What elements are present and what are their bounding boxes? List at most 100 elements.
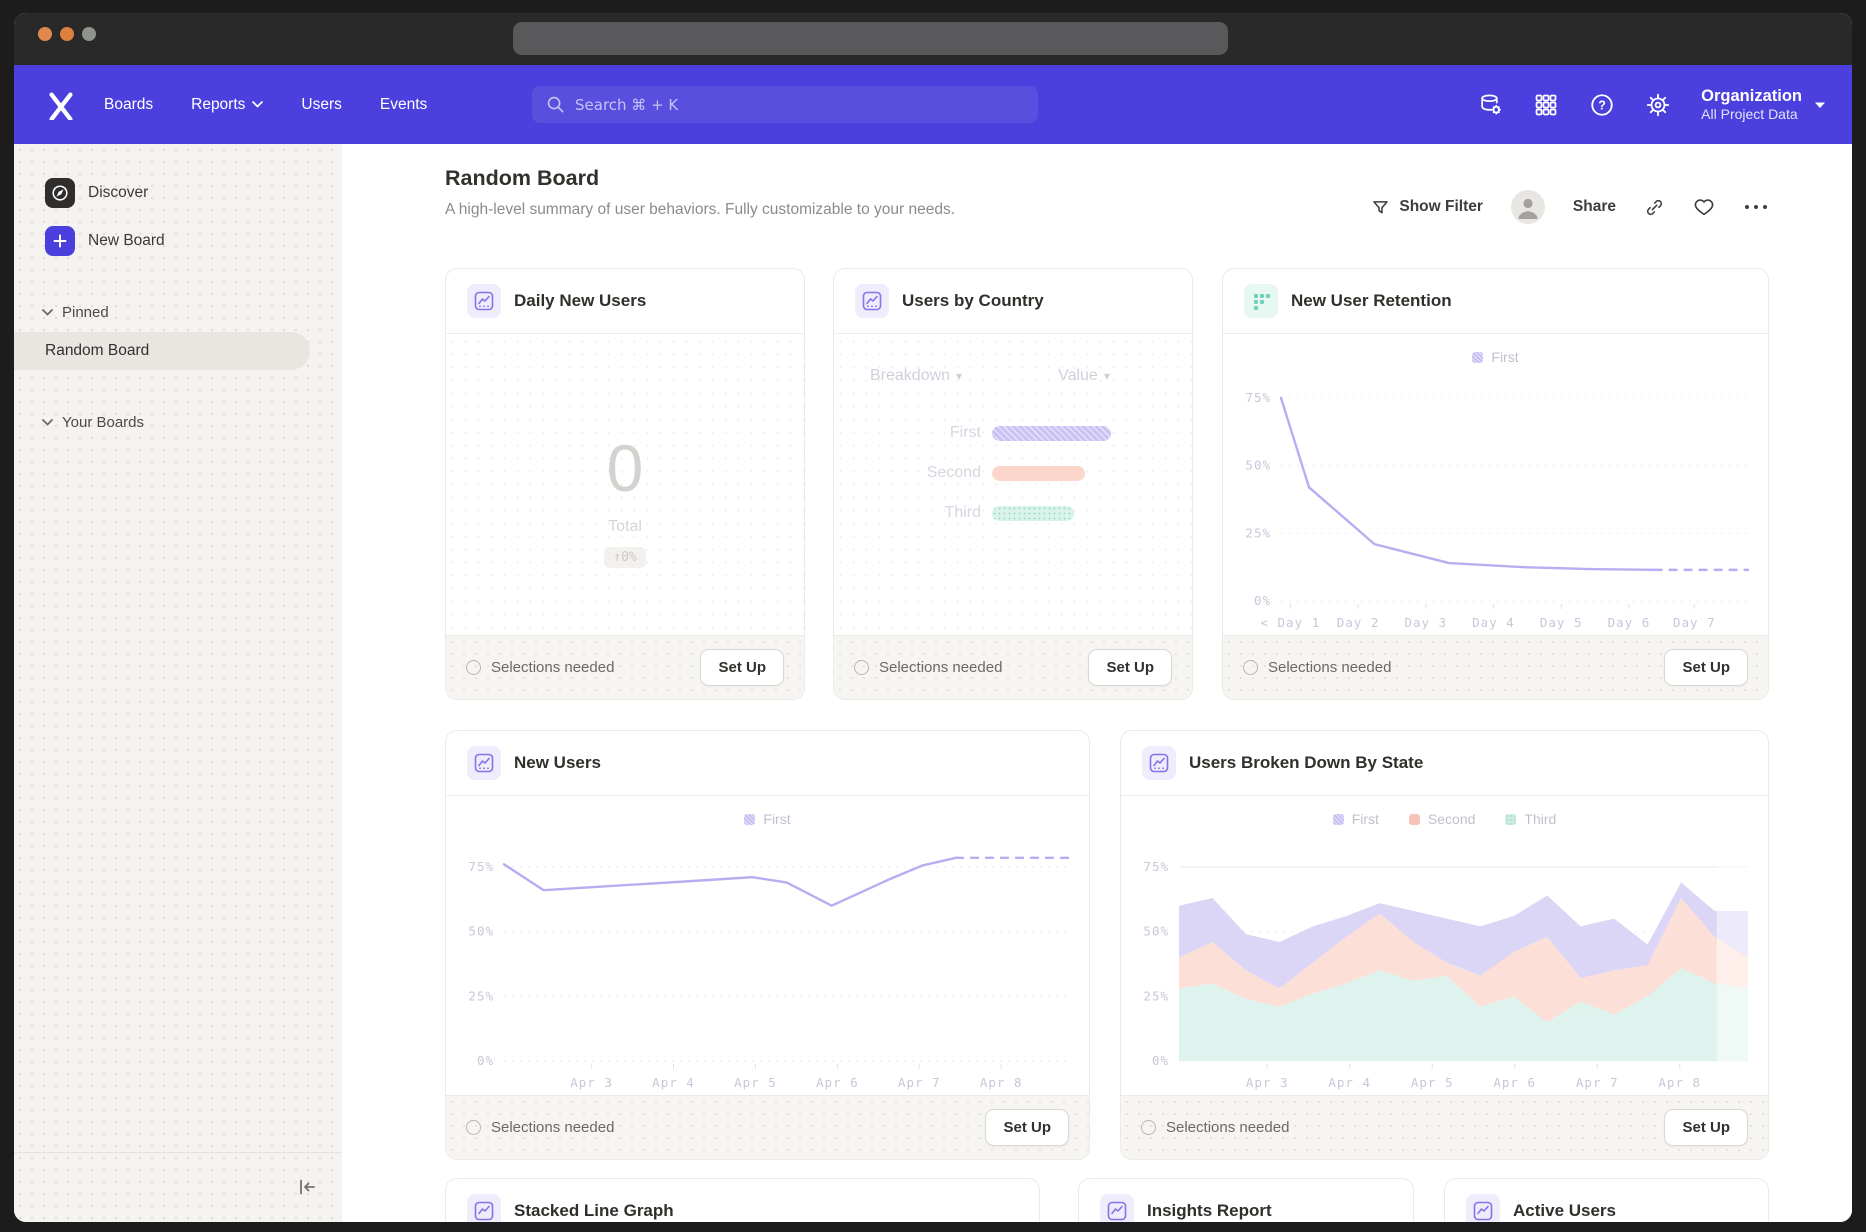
sidebar-section-your-boards[interactable]: Your Boards — [42, 414, 144, 431]
copy-link-button[interactable] — [1644, 197, 1665, 218]
breakdown-dropdown[interactable]: Breakdown▾ — [870, 367, 962, 385]
board-controls: Show Filter Share — [1371, 188, 1769, 226]
window-close-button[interactable] — [38, 27, 52, 41]
card-title: Insights Report — [1147, 1201, 1272, 1221]
status-circle-icon — [854, 660, 869, 675]
mixpanel-logo-icon[interactable] — [44, 88, 78, 122]
share-button[interactable]: Share — [1573, 198, 1616, 216]
line-chart-icon — [1100, 1194, 1134, 1222]
svg-text:Apr 8: Apr 8 — [980, 1075, 1023, 1090]
data-management-icon[interactable] — [1477, 92, 1503, 118]
card-footer: Selections needed Set Up — [1223, 635, 1768, 699]
line-chart-icon — [1142, 746, 1176, 780]
sidebar-item-new-board[interactable]: New Board — [45, 226, 165, 256]
selections-needed-status: Selections needed — [1243, 659, 1391, 676]
line-chart-icon — [467, 746, 501, 780]
card-insights-report[interactable]: Insights Report — [1078, 1178, 1414, 1222]
org-switcher[interactable]: Organization All Project Data — [1701, 86, 1826, 123]
legend-swatch — [1409, 814, 1420, 825]
collapse-sidebar-button[interactable] — [294, 1174, 320, 1200]
chevron-down-icon — [1814, 101, 1826, 109]
bar-third — [992, 506, 1074, 521]
svg-text:Apr 7: Apr 7 — [1576, 1075, 1619, 1090]
sidebar-item-discover[interactable]: Discover — [45, 178, 148, 208]
metric-body: 0 Total ↑0% — [446, 335, 804, 635]
set-up-button[interactable]: Set Up — [1088, 649, 1172, 686]
nav-item-boards[interactable]: Boards — [104, 96, 153, 114]
metric-delta-badge: ↑0% — [604, 547, 645, 568]
value-dropdown[interactable]: Value▾ — [1058, 367, 1110, 385]
svg-text:Apr 7: Apr 7 — [898, 1075, 941, 1090]
set-up-button[interactable]: Set Up — [700, 649, 784, 686]
card-title: New Users — [514, 753, 601, 773]
bar-row: Third — [834, 493, 1192, 533]
set-up-button[interactable]: Set Up — [1664, 649, 1748, 686]
retention-grid-icon — [1244, 284, 1278, 318]
chart-legend: First Second Third — [1121, 797, 1768, 831]
legend-swatch — [744, 814, 755, 825]
chart-legend: First — [1223, 335, 1768, 369]
set-up-button[interactable]: Set Up — [985, 1109, 1069, 1146]
org-project: All Project Data — [1701, 106, 1802, 123]
help-icon[interactable]: ? — [1589, 92, 1615, 118]
svg-text:25%: 25% — [1245, 525, 1271, 540]
svg-text:25%: 25% — [468, 988, 494, 1003]
sidebar: Discover New Board Pinned Random Board — [14, 144, 342, 1222]
svg-text:Apr 4: Apr 4 — [652, 1075, 695, 1090]
card-title: Daily New Users — [514, 291, 646, 311]
nav-menu: Boards Reports Users Events — [104, 96, 427, 114]
selections-needed-status: Selections needed — [1141, 1119, 1289, 1136]
global-search[interactable] — [532, 86, 1038, 123]
status-circle-icon — [1141, 1120, 1156, 1135]
legend-swatch — [1472, 352, 1483, 363]
sidebar-divider — [14, 1152, 342, 1153]
svg-text:0%: 0% — [1152, 1053, 1169, 1068]
window-zoom-button[interactable] — [82, 27, 96, 41]
sidebar-section-pinned[interactable]: Pinned — [42, 304, 109, 321]
browser-window: Boards Reports Users Events — [14, 13, 1852, 1222]
selections-needed-status: Selections needed — [466, 659, 614, 676]
svg-text:Apr 6: Apr 6 — [1493, 1075, 1536, 1090]
address-bar[interactable] — [513, 22, 1228, 55]
heart-icon — [1693, 196, 1715, 218]
nav-item-events[interactable]: Events — [380, 96, 427, 114]
page-title: Random Board — [445, 166, 599, 191]
card-title: New User Retention — [1291, 291, 1452, 311]
card-title: Active Users — [1513, 1201, 1616, 1221]
sidebar-item-random-board[interactable]: Random Board — [14, 332, 310, 370]
metric-label: Total — [446, 518, 804, 536]
avatar[interactable] — [1511, 190, 1545, 224]
apps-grid-icon[interactable] — [1533, 92, 1559, 118]
search-input[interactable] — [575, 96, 1024, 114]
bar-first — [992, 426, 1111, 441]
svg-text:Apr 8: Apr 8 — [1658, 1075, 1701, 1090]
svg-text:Day 4: Day 4 — [1472, 615, 1515, 630]
board-main: Random Board A high-level summary of use… — [342, 144, 1852, 1222]
line-chart-icon — [467, 1194, 501, 1222]
top-nav: Boards Reports Users Events — [14, 65, 1852, 144]
svg-text:75%: 75% — [1143, 859, 1169, 874]
svg-text:?: ? — [1598, 98, 1606, 112]
svg-text:25%: 25% — [1143, 988, 1169, 1003]
plus-icon — [45, 226, 75, 256]
nav-item-reports[interactable]: Reports — [191, 96, 263, 114]
nav-item-users[interactable]: Users — [301, 96, 341, 114]
org-name: Organization — [1701, 86, 1802, 106]
window-titlebar — [14, 13, 1852, 65]
bar-row: Second — [834, 453, 1192, 493]
favorite-button[interactable] — [1693, 196, 1715, 218]
window-minimize-button[interactable] — [60, 27, 74, 41]
svg-text:< Day 1: < Day 1 — [1260, 615, 1320, 630]
set-up-button[interactable]: Set Up — [1664, 1109, 1748, 1146]
state-area-chart: 75%50%25%0%Apr 3Apr 4Apr 5Apr 6Apr 7Apr … — [1121, 831, 1768, 1095]
settings-gear-icon[interactable] — [1645, 92, 1671, 118]
legend-swatch — [1333, 814, 1344, 825]
card-footer: Selections needed Set Up — [446, 1095, 1089, 1159]
more-options-button[interactable] — [1743, 202, 1769, 212]
show-filter-button[interactable]: Show Filter — [1371, 198, 1483, 217]
page-subtitle: A high-level summary of user behaviors. … — [445, 201, 955, 219]
svg-text:Apr 6: Apr 6 — [816, 1075, 859, 1090]
card-active-users[interactable]: Active Users — [1444, 1178, 1769, 1222]
new-users-chart-body: First 75%50%25%0%Apr 3Apr 4Apr 5Apr 6Apr… — [446, 797, 1089, 1095]
card-stacked-line-graph[interactable]: Stacked Line Graph — [445, 1178, 1040, 1222]
